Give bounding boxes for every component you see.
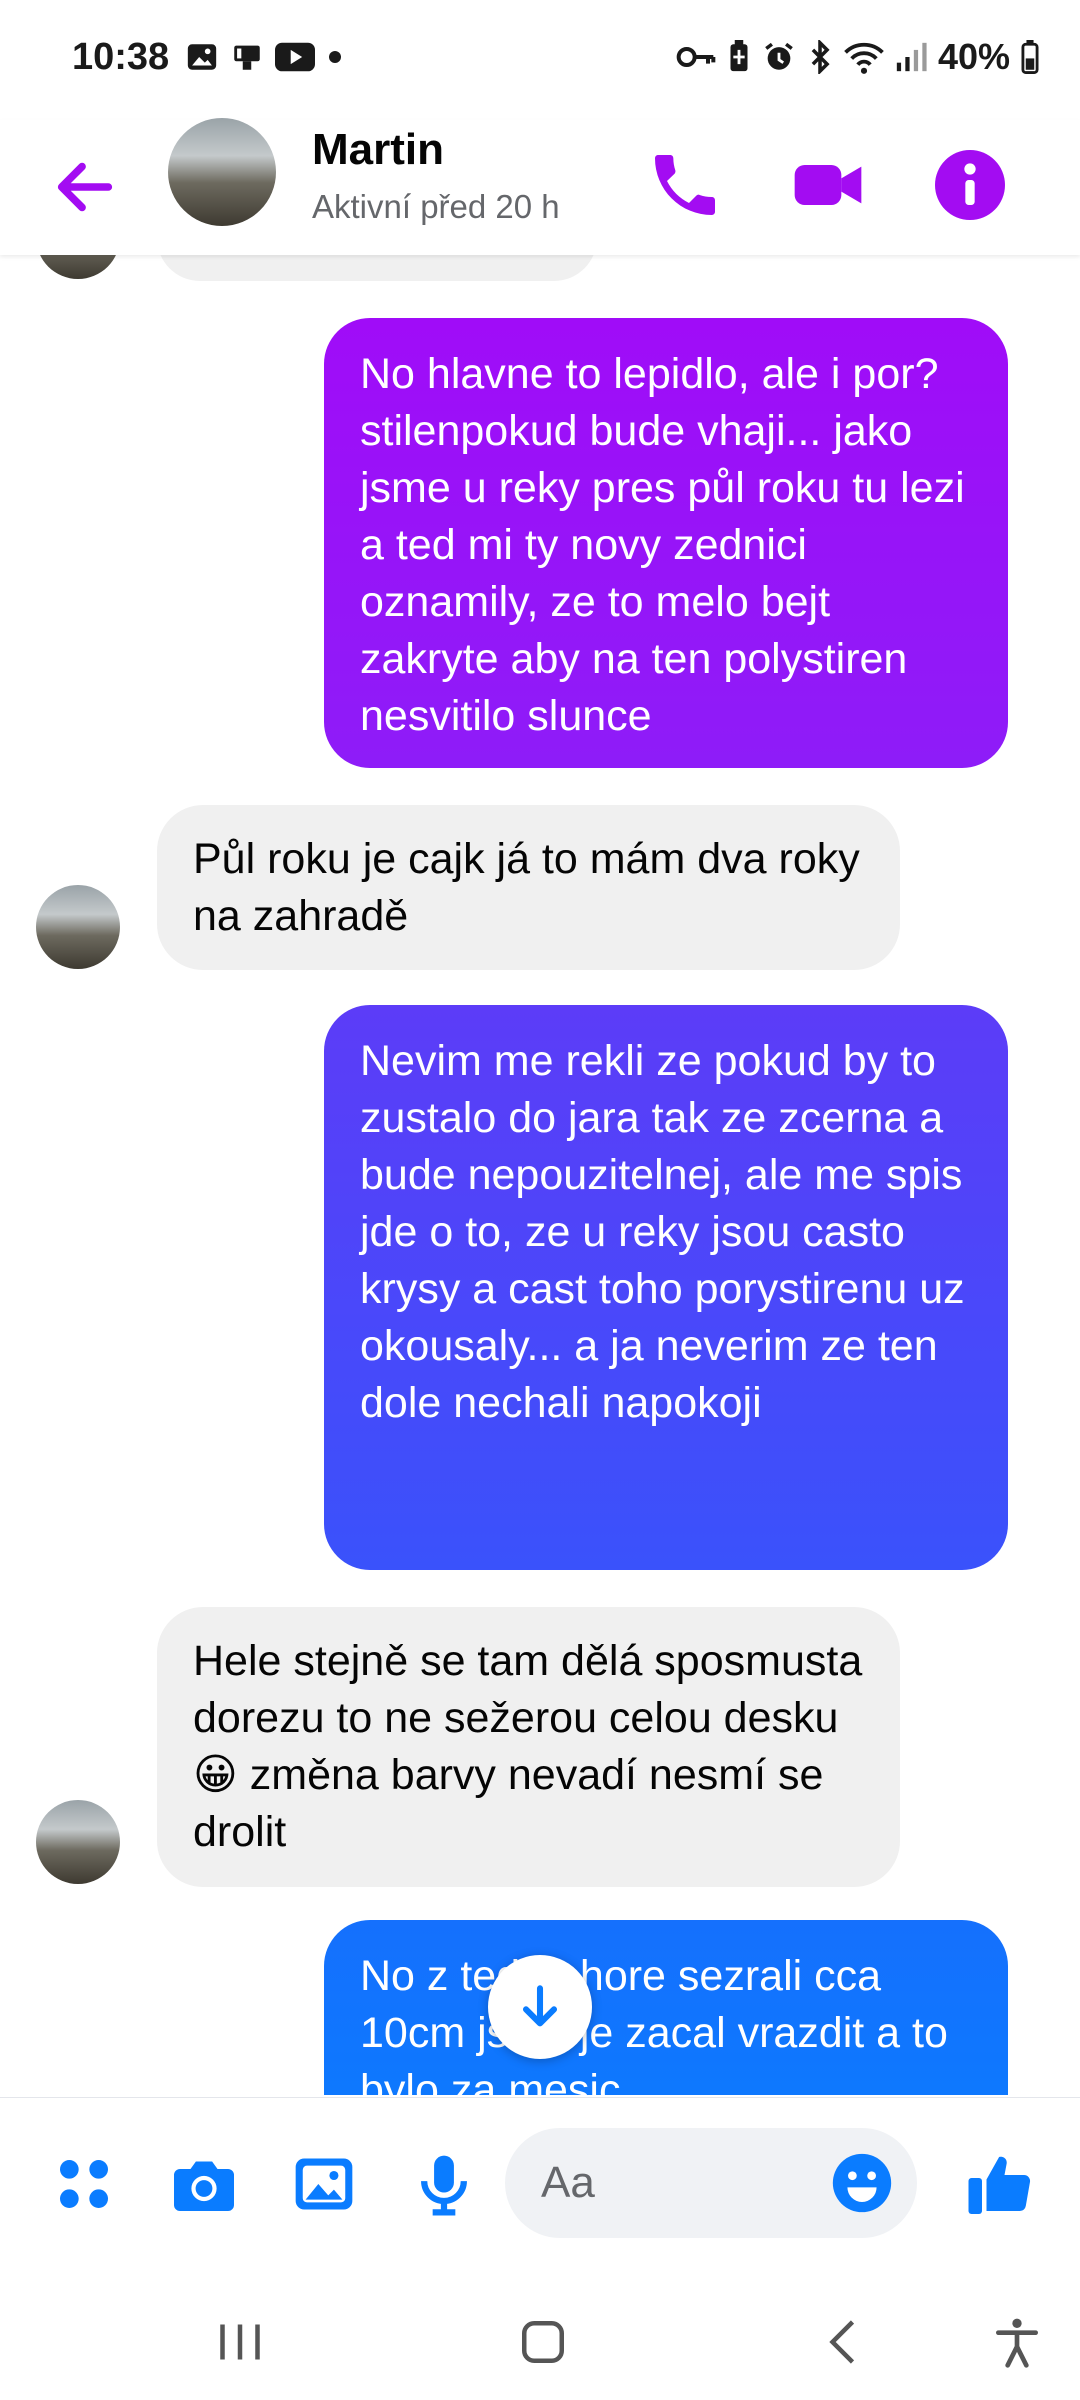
contact-avatar-small [36, 1800, 120, 1884]
voice-message-button[interactable] [404, 2144, 484, 2224]
contact-info[interactable]: Martin Aktivní před 20 h [0, 120, 600, 255]
camera-button[interactable] [164, 2144, 244, 2224]
image-icon [295, 2158, 353, 2210]
thumbs-up-icon [968, 2156, 1031, 2214]
arrow-down-icon [522, 1985, 558, 2027]
home-icon [522, 2321, 564, 2363]
signal-icon [896, 42, 927, 72]
message-incoming[interactable]: Půl roku je cajk já to mám dva roky na z… [157, 805, 900, 970]
message-outgoing[interactable]: No z ted nahore sezrali cca 10cm jsem je… [324, 1920, 1008, 2095]
accessibility-icon [996, 2318, 1038, 2368]
call-button[interactable] [645, 145, 725, 225]
battery-saver-icon [730, 40, 748, 72]
chevron-left-icon [829, 2320, 855, 2364]
message-list[interactable]: No hlavne to lepidlo, ale i por?stilenpo… [0, 255, 1080, 2095]
status-time: 10:38 [72, 36, 170, 78]
camera-icon [174, 2161, 234, 2211]
status-right: 40% [676, 36, 1040, 78]
home-button[interactable] [508, 2307, 578, 2377]
alarm-icon [765, 42, 793, 70]
emoji-button[interactable] [827, 2148, 897, 2218]
message-input[interactable]: Aa [505, 2128, 917, 2238]
gallery-button[interactable] [284, 2144, 364, 2224]
info-icon [935, 150, 1005, 220]
device-icon [234, 45, 260, 70]
more-actions-button[interactable] [44, 2144, 124, 2224]
system-nav-bar [0, 2267, 1080, 2400]
video-camera-icon [794, 165, 862, 205]
emoji-icon [832, 2153, 892, 2213]
microphone-icon [421, 2155, 467, 2216]
message-outgoing[interactable]: Nevim me rekli ze pokud by to zustalo do… [324, 1005, 1008, 1570]
partial-incoming-bubble [157, 255, 597, 281]
contact-avatar-small [36, 885, 120, 969]
wifi-icon [844, 42, 884, 74]
image-icon [187, 44, 217, 70]
recent-apps-icon [220, 2324, 260, 2360]
info-button[interactable] [930, 145, 1010, 225]
message-outgoing[interactable]: No hlavne to lepidlo, ale i por?stilenpo… [324, 318, 1008, 768]
message-incoming[interactable]: Hele stejně se tam dělá sposmusta dorezu… [157, 1607, 900, 1887]
status-left-icons [185, 40, 345, 74]
contact-status: Aktivní před 20 h [312, 188, 560, 225]
battery-icon [1021, 40, 1039, 74]
recent-apps-button[interactable] [205, 2307, 275, 2377]
contact-name: Martin [312, 125, 444, 174]
contact-avatar-small [36, 255, 120, 279]
accessibility-button[interactable] [982, 2307, 1052, 2377]
video-call-button[interactable] [788, 145, 868, 225]
key-icon [676, 47, 716, 67]
grid-dots-icon [60, 2160, 108, 2208]
phone-icon [655, 155, 715, 215]
bluetooth-icon [811, 40, 830, 74]
back-nav-button[interactable] [810, 2307, 880, 2377]
dot-icon [329, 51, 341, 63]
youtube-icon [275, 42, 315, 72]
conversation-header: Martin Aktivní před 20 h [0, 118, 1080, 255]
scroll-to-bottom-button[interactable] [488, 1955, 592, 2059]
like-button[interactable] [960, 2144, 1040, 2224]
message-input-placeholder: Aa [541, 2158, 595, 2207]
battery-level: 40% [937, 36, 1010, 77]
composer-bar: Aa [0, 2097, 1080, 2268]
message-text: Hele stejně se tam dělá sposmusta dorezu… [193, 1637, 863, 1856]
status-bar: 10:38 40% [0, 0, 1080, 120]
